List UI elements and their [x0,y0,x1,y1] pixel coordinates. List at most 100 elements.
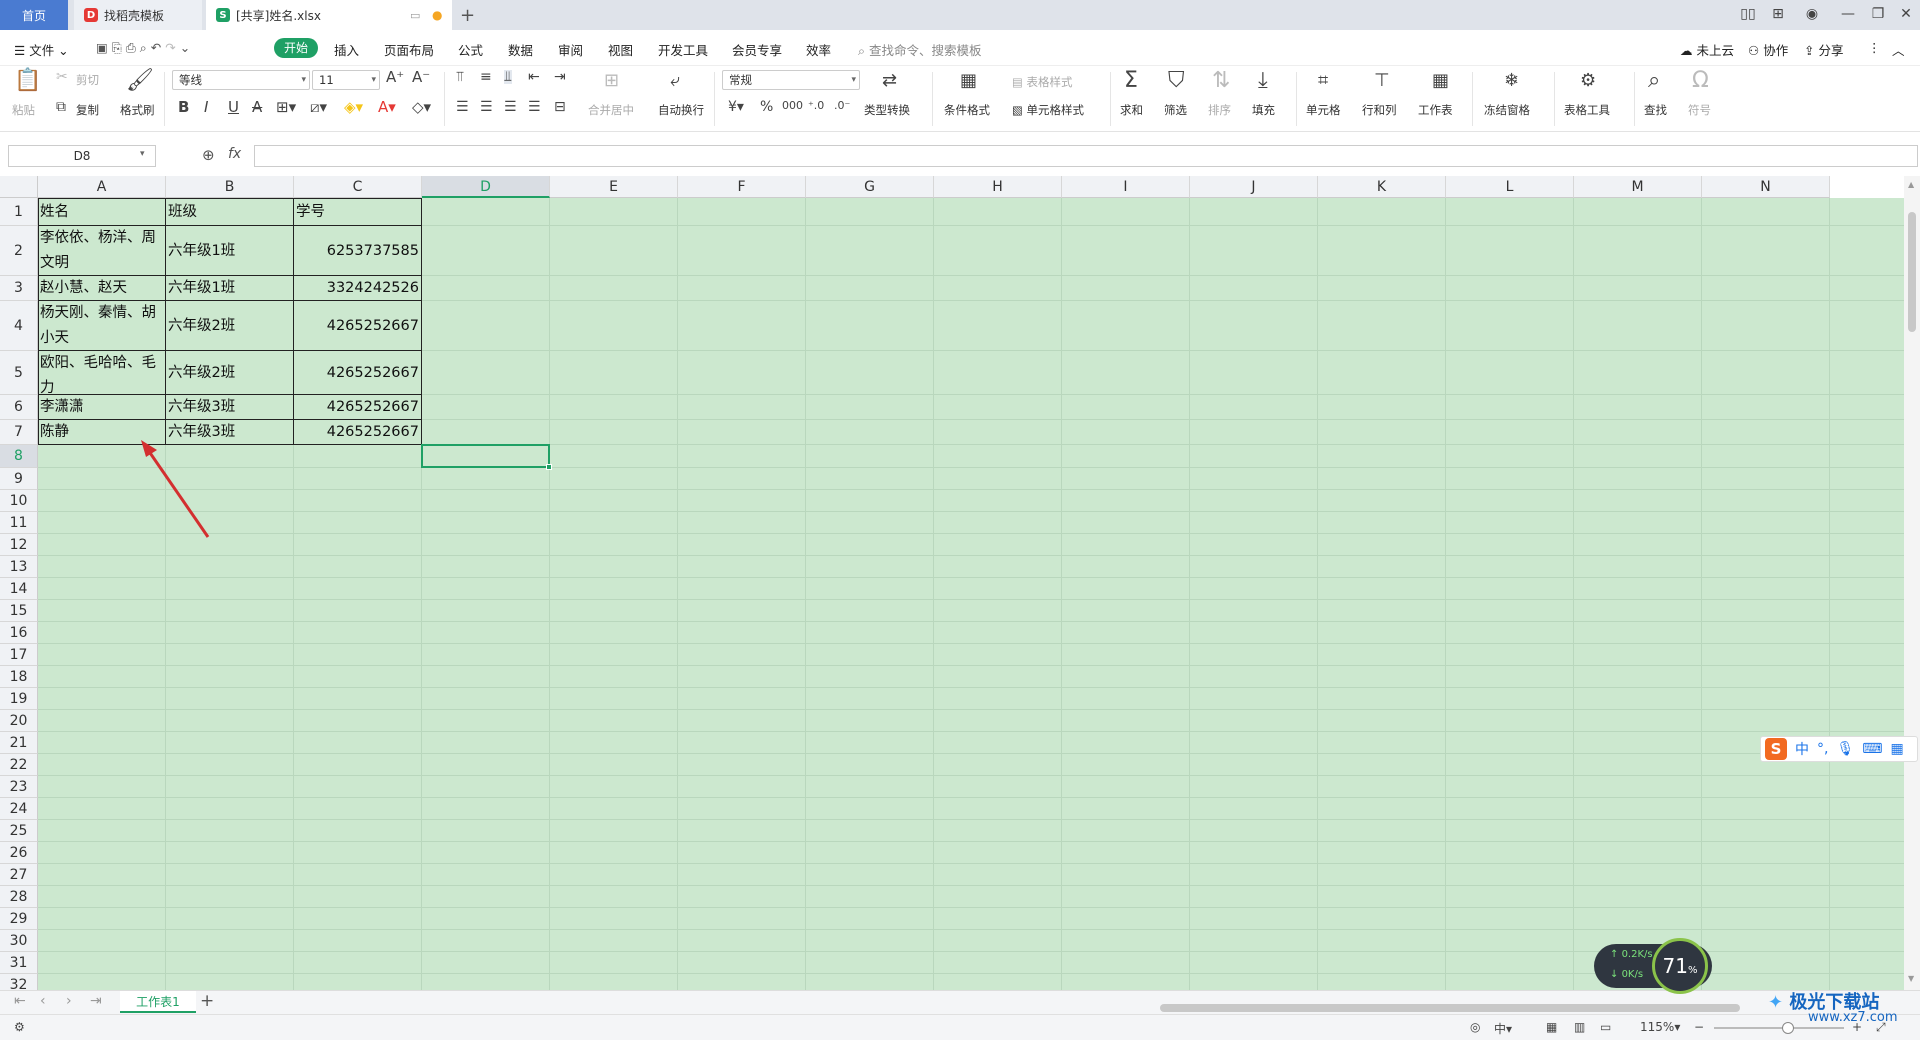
italic-icon[interactable]: I [204,100,208,115]
layout-icon[interactable]: ▯▯ [1736,6,1760,22]
sogou-logo-icon[interactable]: S [1765,738,1787,760]
zoom-formula-icon[interactable]: ⊕ [202,146,215,164]
currency-icon[interactable]: ¥▾ [728,100,744,114]
align-left-icon[interactable]: ☰ [456,100,469,114]
distributed-icon[interactable]: ⊟ [554,100,566,114]
print-icon[interactable]: ⎙ [126,40,136,55]
command-search[interactable]: ⌕ 查找命令、搜索模板 [858,40,982,59]
menu-tab-view[interactable]: 视图 [608,40,633,59]
menu-tab-data[interactable]: 数据 [508,40,533,59]
format-painter-button[interactable]: 格式刷 [120,102,155,118]
share-button[interactable]: ⇪ 分享 [1804,40,1843,59]
decrease-decimal-icon[interactable]: .0⁻ [834,100,850,111]
next-sheet-icon[interactable]: › [66,993,72,1009]
collapse-ribbon-icon[interactable]: ︿ [1892,40,1905,59]
restore-icon[interactable]: ❐ [1866,6,1890,22]
indent-decrease-icon[interactable]: ⇤ [528,70,540,84]
font-color-icon[interactable]: A▾ [378,100,396,115]
first-sheet-icon[interactable]: ⇤ [14,993,26,1009]
horizontal-scroll-thumb[interactable] [1160,1004,1740,1012]
auto-wrap-button[interactable]: 自动换行 [658,102,704,118]
name-box-chevron-icon[interactable]: ▾ [140,149,145,159]
last-sheet-icon[interactable]: ⇥ [90,993,102,1009]
close-icon[interactable]: ✕ [1894,6,1918,22]
underline-icon[interactable]: U [228,100,239,115]
tab-file[interactable]: S [共享]姓名.xlsx ▭ ● [206,0,452,30]
cut-button[interactable]: 剪切 [76,72,99,88]
font-name-select[interactable]: 等线 [172,70,310,90]
menu-tab-review[interactable]: 审阅 [558,40,583,59]
increase-decimal-icon[interactable]: ⁺.0 [808,100,824,111]
strikethrough-icon[interactable]: A [252,100,262,115]
print-preview-icon[interactable]: ⌕ [140,40,147,55]
more-icon[interactable]: ⋮ [1868,40,1881,55]
increase-font-icon[interactable]: A⁺ [386,70,404,85]
format-painter-icon[interactable]: 🖌 [126,70,154,92]
zoom-slider-knob[interactable] [1782,1022,1794,1034]
fill-button[interactable]: 填充 [1252,102,1275,118]
table-tools-button[interactable]: 表格工具 [1564,102,1610,118]
menu-tab-insert[interactable]: 插入 [334,40,359,59]
align-top-icon[interactable]: ⫪ [456,70,464,84]
minimize-icon[interactable]: — [1836,6,1860,22]
fill-style-icon[interactable]: ⧄▾ [310,100,327,115]
scroll-down-icon[interactable]: ▼ [1908,974,1914,983]
percent-icon[interactable]: % [760,100,773,114]
prev-sheet-icon[interactable]: ‹ [40,993,46,1009]
menu-tab-member[interactable]: 会员专享 [732,40,782,59]
redo-icon[interactable]: ↷ [165,40,175,55]
scroll-up-icon[interactable]: ▲ [1908,180,1914,189]
sum-button[interactable]: 求和 [1120,102,1143,118]
paste-button[interactable]: 粘贴 [12,102,35,118]
worksheet-button[interactable]: 工作表 [1418,102,1453,118]
monitor-icon[interactable]: ▭ [410,9,420,22]
file-menu[interactable]: ☰ 文件 ⌄ [14,40,69,59]
thousands-icon[interactable]: 000 [782,100,803,111]
decrease-font-icon[interactable]: A⁻ [412,70,430,85]
microphone-icon[interactable]: 🎙 [1836,741,1854,757]
fill-color-icon[interactable]: ◈▾ [344,100,363,115]
export-pdf-icon[interactable]: ⎘ [112,40,122,55]
justify-icon[interactable]: ☰ [528,100,541,114]
fx-icon[interactable]: fx [228,146,241,162]
reading-view-icon[interactable]: ▭ [1600,1020,1611,1034]
ime-lang-toggle[interactable]: 中 [1795,739,1809,759]
type-convert-button[interactable]: 类型转换 [864,102,910,118]
new-tab-button[interactable]: + [460,0,482,30]
apps-grid-icon[interactable]: ⊞ [1766,6,1790,22]
number-format-select[interactable]: 常规 [722,70,860,90]
ime-menu-icon[interactable]: ▦ [1890,741,1903,757]
indent-increase-icon[interactable]: ⇥ [554,70,566,84]
page-layout-view-icon[interactable]: ▥ [1574,1020,1585,1034]
align-right-icon[interactable]: ☰ [504,100,517,114]
menu-tab-efficiency[interactable]: 效率 [806,40,831,59]
sort-button[interactable]: 排序 [1208,102,1231,118]
sheet-tab-1[interactable]: 工作表1 [120,991,196,1013]
menu-tab-formula[interactable]: 公式 [458,40,483,59]
paste-icon[interactable]: 📋 [14,70,41,92]
keyboard-icon[interactable]: ⌨ [1862,741,1882,757]
menu-tab-developer[interactable]: 开发工具 [658,40,708,59]
ime-punct-toggle[interactable]: °, [1817,741,1828,757]
network-speed-widget[interactable]: ↑ 0.2K/s ↓ 0K/s 71% [1594,938,1712,994]
clear-format-icon[interactable]: ◇▾ [412,100,431,115]
cloud-status[interactable]: ☁ 未上云 [1680,40,1734,59]
align-bottom-icon[interactable]: ⫫ [504,70,512,84]
vertical-scroll-thumb[interactable] [1908,212,1916,332]
add-sheet-button[interactable]: + [200,991,214,1011]
collab-button[interactable]: ⚇ 协作 [1748,40,1788,59]
tab-docer-templates[interactable]: D 找稻壳模板 [74,0,202,30]
cell-button[interactable]: 单元格 [1306,102,1341,118]
zoom-level[interactable]: 115%▾ [1640,1020,1680,1034]
menu-tab-page-layout[interactable]: 页面布局 [384,40,434,59]
filter-button[interactable]: 筛选 [1164,102,1187,118]
table-style-button[interactable]: ▤ 表格样式 [1012,74,1073,90]
undo-icon[interactable]: ↶ [151,40,161,55]
zoom-slider[interactable] [1714,1022,1844,1034]
align-middle-icon[interactable]: ≡ [480,70,492,84]
input-mode[interactable]: 中▾ [1494,1020,1512,1037]
align-center-icon[interactable]: ☰ [480,100,493,114]
symbol-button[interactable]: 符号 [1688,102,1711,118]
conditional-format-button[interactable]: 条件格式 [944,102,990,118]
macro-icon[interactable]: ⚙ [14,1020,25,1034]
